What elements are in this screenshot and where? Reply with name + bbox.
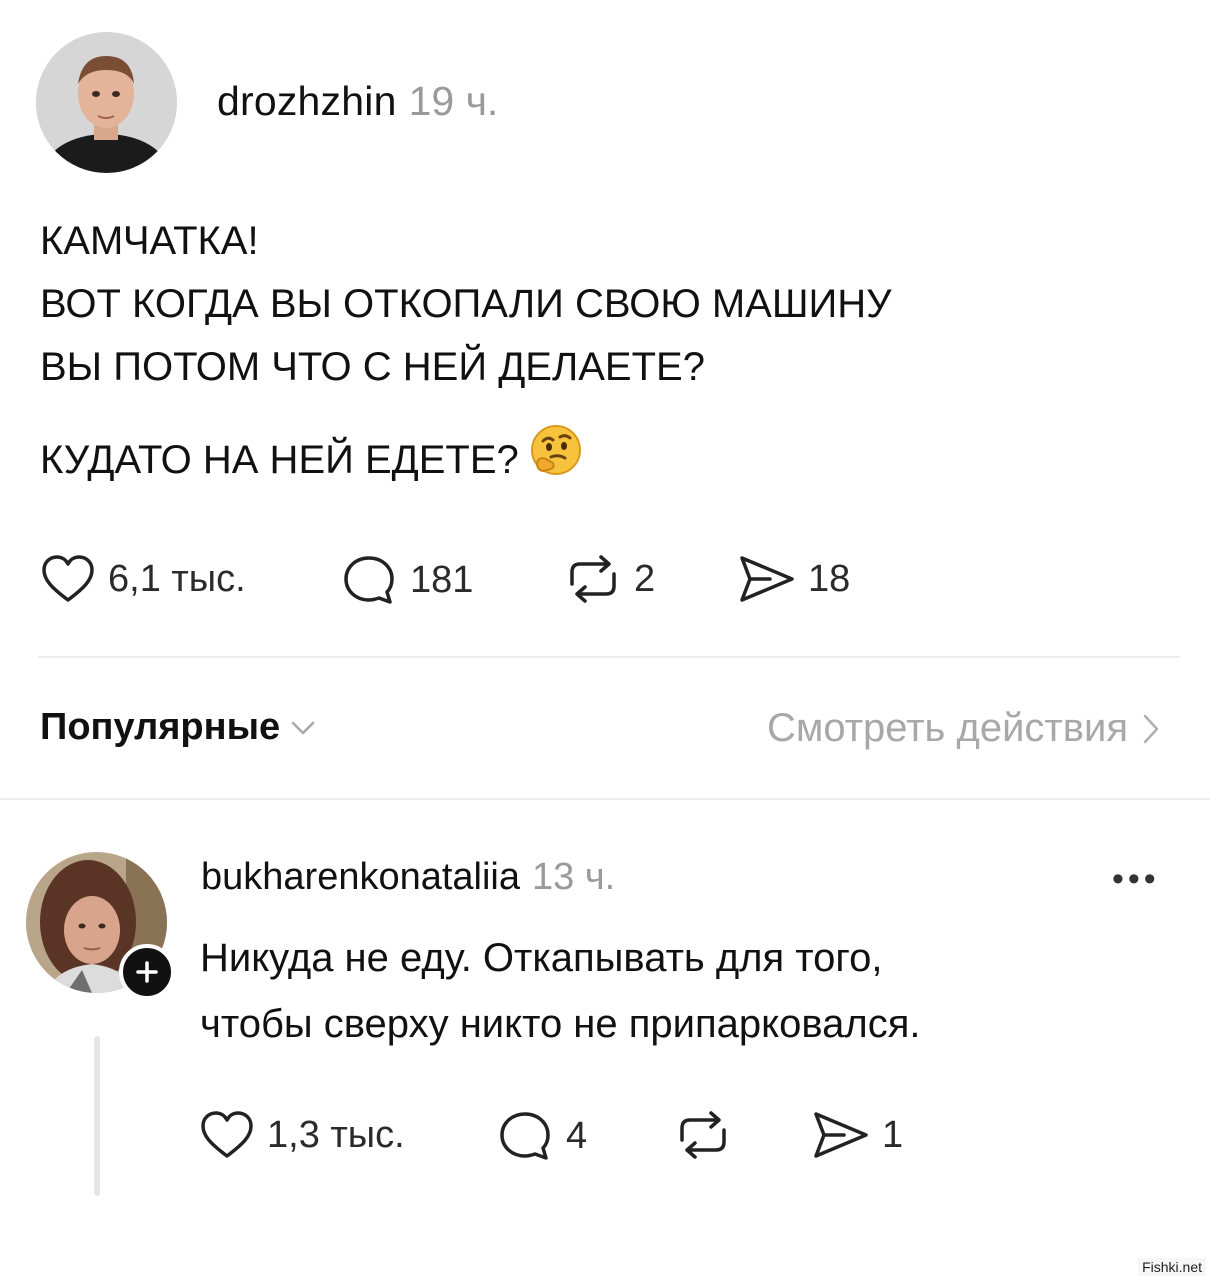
more-options-button[interactable]: ••• [1112, 860, 1160, 899]
send-icon [814, 1112, 868, 1158]
heart-icon [201, 1111, 253, 1158]
reply-line: Никуда не еду. Откапывать для того, [200, 936, 883, 980]
post-line: ВОТ КОГДА ВЫ ОТКОПАЛИ СВОЮ МАШИНУ [40, 282, 892, 326]
plus-icon [136, 961, 158, 983]
reply-share-count: 1 [882, 1113, 904, 1156]
comment-count: 181 [410, 558, 474, 601]
reply-author-username[interactable]: bukharenkonataliia [201, 856, 520, 899]
thread-line [94, 1036, 100, 1196]
share-count: 18 [808, 557, 851, 600]
sort-dropdown[interactable]: Популярные [40, 706, 316, 749]
reply-body: Никуда не еду. Откапывать для того, чтоб… [200, 925, 1180, 1057]
reply-comment-button[interactable]: 4 [498, 1110, 587, 1162]
sort-dropdown-label: Популярные [40, 706, 281, 748]
reply-timestamp: 13 ч. [532, 856, 616, 898]
post-timestamp: 19 ч. [408, 78, 499, 124]
like-count: 6,1 тыс. [108, 557, 246, 600]
like-button[interactable]: 6,1 тыс. [40, 554, 246, 604]
reply-like-count: 1,3 тыс. [267, 1113, 405, 1156]
divider [38, 656, 1180, 658]
post-body: КАМЧАТКА! ВОТ КОГДА ВЫ ОТКОПАЛИ СВОЮ МАШ… [40, 210, 1160, 498]
chevron-down-icon [291, 721, 315, 734]
author-avatar[interactable] [36, 32, 177, 173]
reply-line: чтобы сверху никто не припарковался. [200, 1002, 921, 1046]
comment-button[interactable]: 181 [342, 554, 473, 606]
post-line: КАМЧАТКА! [40, 219, 259, 263]
heart-icon [42, 555, 94, 602]
follow-button[interactable] [119, 944, 175, 1000]
author-username[interactable]: drozhzhin [217, 78, 397, 125]
reply-repost-button[interactable] [674, 1110, 744, 1160]
post-line: КУДАТО НА НЕЙ ЕДЕТЕ? [40, 438, 519, 482]
thinking-face-icon [529, 423, 585, 498]
view-activity-link[interactable]: Смотреть действия [767, 706, 1160, 751]
chevron-right-icon [1143, 714, 1159, 743]
post-line: ВЫ ПОТОМ ЧТО С НЕЙ ДЕЛАЕТЕ? [40, 345, 705, 389]
reply-like-button[interactable]: 1,3 тыс. [199, 1110, 405, 1160]
reply-share-button[interactable]: 1 [812, 1110, 903, 1160]
comment-icon [500, 1112, 550, 1160]
comment-icon [344, 556, 394, 604]
repost-icon [570, 555, 616, 603]
reply-comment-count: 4 [566, 1114, 588, 1157]
section-divider [0, 798, 1210, 800]
repost-count: 2 [634, 557, 656, 600]
share-button[interactable]: 18 [738, 554, 850, 604]
repost-button[interactable]: 2 [564, 554, 655, 604]
watermark: Fishki.net [1138, 1258, 1206, 1276]
send-icon [740, 556, 794, 602]
view-activity-label: Смотреть действия [766, 706, 1128, 750]
repost-icon [680, 1111, 726, 1159]
